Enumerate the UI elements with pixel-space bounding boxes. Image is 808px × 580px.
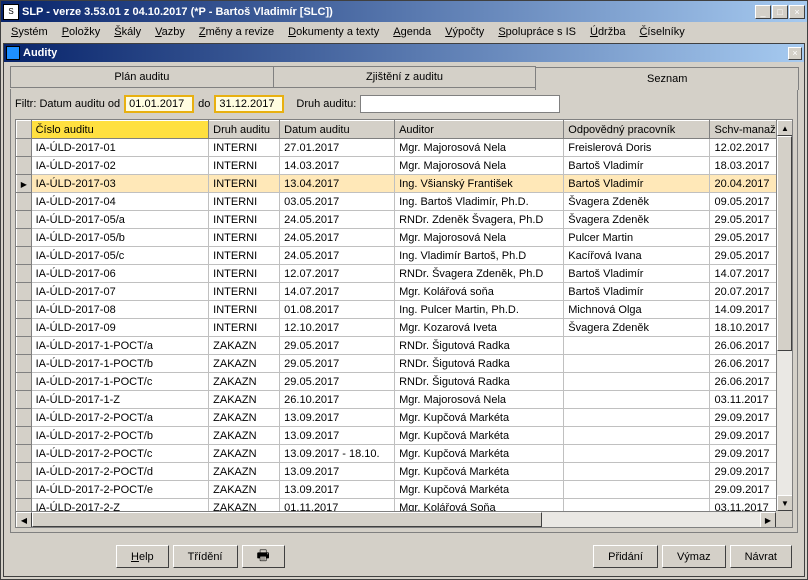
horizontal-scrollbar[interactable]: ◀ ▶: [16, 511, 776, 527]
col-header[interactable]: Číslo auditu: [31, 121, 209, 139]
menu-systém[interactable]: Systém: [5, 24, 54, 40]
table-row[interactable]: IA-ÚLD-2017-04INTERNI03.05.2017Ing. Bart…: [17, 193, 792, 211]
scroll-left-button[interactable]: ◀: [16, 512, 32, 528]
menu-škály[interactable]: Škály: [108, 24, 147, 40]
table-row[interactable]: IA-ÚLD-2017-1-ZZAKAZN26.10.2017Mgr. Majo…: [17, 391, 792, 409]
help-button[interactable]: Help: [116, 545, 169, 568]
grid: Číslo audituDruh audituDatum audituAudit…: [15, 119, 793, 528]
printer-icon: 🖶: [257, 545, 270, 569]
menu-údržba[interactable]: Údržba: [584, 24, 631, 40]
table-row[interactable]: IA-ÚLD-2017-2-POCT/cZAKAZN13.09.2017 - 1…: [17, 445, 792, 463]
table-row[interactable]: IA-ÚLD-2017-1-POCT/cZAKAZN29.05.2017RNDr…: [17, 373, 792, 391]
tabs: Plán auditu Zjištění z auditu Seznam: [10, 66, 798, 89]
table-row[interactable]: IA-ÚLD-2017-1-POCT/bZAKAZN29.05.2017RNDr…: [17, 355, 792, 373]
pridani-button[interactable]: Přidání: [593, 545, 658, 568]
child-icon: [6, 46, 20, 60]
maximize-button[interactable]: □: [772, 5, 788, 19]
filter-to-input[interactable]: [214, 95, 284, 113]
filter-druh-input[interactable]: [360, 95, 560, 113]
menu-dokumenty-a-texty[interactable]: Dokumenty a texty: [282, 24, 385, 40]
menu-agenda[interactable]: Agenda: [387, 24, 437, 40]
audit-table: Číslo audituDruh audituDatum audituAudit…: [16, 120, 792, 517]
table-row[interactable]: IA-ÚLD-2017-2-POCT/aZAKAZN13.09.2017Mgr.…: [17, 409, 792, 427]
table-row[interactable]: IA-ÚLD-2017-07INTERNI14.07.2017Mgr. Kolá…: [17, 283, 792, 301]
menu-číselníky[interactable]: Číselníky: [633, 24, 690, 40]
table-row[interactable]: IA-ÚLD-2017-02INTERNI14.03.2017Mgr. Majo…: [17, 157, 792, 175]
col-header[interactable]: Datum auditu: [280, 121, 395, 139]
child-window: Audity × Plán auditu Zjištění z auditu S…: [3, 43, 805, 577]
close-button[interactable]: ×: [789, 5, 805, 19]
bottom-bar: Help Třídění 🖶 Přidání Výmaz Návrat: [4, 537, 804, 576]
tab-seznam[interactable]: Seznam: [535, 67, 799, 90]
scroll-corner: [776, 511, 792, 527]
vymaz-button[interactable]: Výmaz: [662, 545, 726, 568]
scroll-up-button[interactable]: ▲: [777, 120, 793, 136]
scroll-down-button[interactable]: ▼: [777, 495, 793, 511]
minimize-button[interactable]: _: [755, 5, 771, 19]
filter-row: Filtr: Datum auditu od do Druh auditu:: [11, 89, 797, 119]
table-row[interactable]: IA-ÚLD-2017-08INTERNI01.08.2017Ing. Pulc…: [17, 301, 792, 319]
table-row[interactable]: IA-ÚLD-2017-2-POCT/eZAKAZN13.09.2017Mgr.…: [17, 481, 792, 499]
table-row[interactable]: IA-ÚLD-2017-05/cINTERNI24.05.2017Ing. Vl…: [17, 247, 792, 265]
menu-změny-a-revize[interactable]: Změny a revize: [193, 24, 280, 40]
table-row[interactable]: IA-ÚLD-2017-03INTERNI13.04.2017Ing. Všia…: [17, 175, 792, 193]
filter-from-input[interactable]: [124, 95, 194, 113]
tab-panel: Filtr: Datum auditu od do Druh auditu: Č…: [10, 89, 798, 533]
table-row[interactable]: IA-ÚLD-2017-05/bINTERNI24.05.2017Mgr. Ma…: [17, 229, 792, 247]
table-row[interactable]: IA-ÚLD-2017-06INTERNI12.07.2017RNDr. Šva…: [17, 265, 792, 283]
tab-zjisteni[interactable]: Zjištění z auditu: [273, 66, 537, 88]
menu-vazby[interactable]: Vazby: [149, 24, 191, 40]
child-close-button[interactable]: ×: [788, 47, 802, 60]
navrat-button[interactable]: Návrat: [730, 545, 792, 568]
vertical-scrollbar[interactable]: ▲ ▼: [776, 120, 792, 511]
app-window: S SLP - verze 3.53.01 z 04.10.2017 (*P -…: [0, 0, 808, 580]
table-row[interactable]: IA-ÚLD-2017-2-POCT/bZAKAZN13.09.2017Mgr.…: [17, 427, 792, 445]
table-row[interactable]: IA-ÚLD-2017-05/aINTERNI24.05.2017RNDr. Z…: [17, 211, 792, 229]
table-row[interactable]: IA-ÚLD-2017-1-POCT/aZAKAZN29.05.2017RNDr…: [17, 337, 792, 355]
table-row[interactable]: IA-ÚLD-2017-01INTERNI27.01.2017Mgr. Majo…: [17, 139, 792, 157]
print-button[interactable]: 🖶: [242, 545, 285, 568]
child-titlebar: Audity ×: [4, 44, 804, 62]
menu-výpočty[interactable]: Výpočty: [439, 24, 490, 40]
col-header[interactable]: Druh auditu: [209, 121, 280, 139]
filter-druh-label: Druh auditu:: [296, 98, 356, 110]
filter-from-label: Filtr: Datum auditu od: [15, 98, 120, 110]
table-row[interactable]: IA-ÚLD-2017-2-POCT/dZAKAZN13.09.2017Mgr.…: [17, 463, 792, 481]
col-header[interactable]: Auditor: [395, 121, 564, 139]
app-title: SLP - verze 3.53.01 z 04.10.2017 (*P - B…: [22, 6, 755, 18]
child-title: Audity: [23, 47, 788, 59]
col-header[interactable]: Odpovědný pracovník: [564, 121, 710, 139]
table-row[interactable]: IA-ÚLD-2017-09INTERNI12.10.2017Mgr. Koza…: [17, 319, 792, 337]
scroll-right-button[interactable]: ▶: [760, 512, 776, 528]
menu-spolupráce-s-is[interactable]: Spolupráce s IS: [492, 24, 582, 40]
app-icon: S: [3, 4, 19, 20]
tab-plan[interactable]: Plán auditu: [10, 66, 274, 88]
trideni-button[interactable]: Třídění: [173, 545, 238, 568]
menu-položky[interactable]: Položky: [56, 24, 107, 40]
filter-to-label: do: [198, 98, 210, 110]
titlebar: S SLP - verze 3.53.01 z 04.10.2017 (*P -…: [1, 1, 807, 22]
menubar: SystémPoložkyŠkályVazbyZměny a revizeDok…: [1, 22, 807, 41]
